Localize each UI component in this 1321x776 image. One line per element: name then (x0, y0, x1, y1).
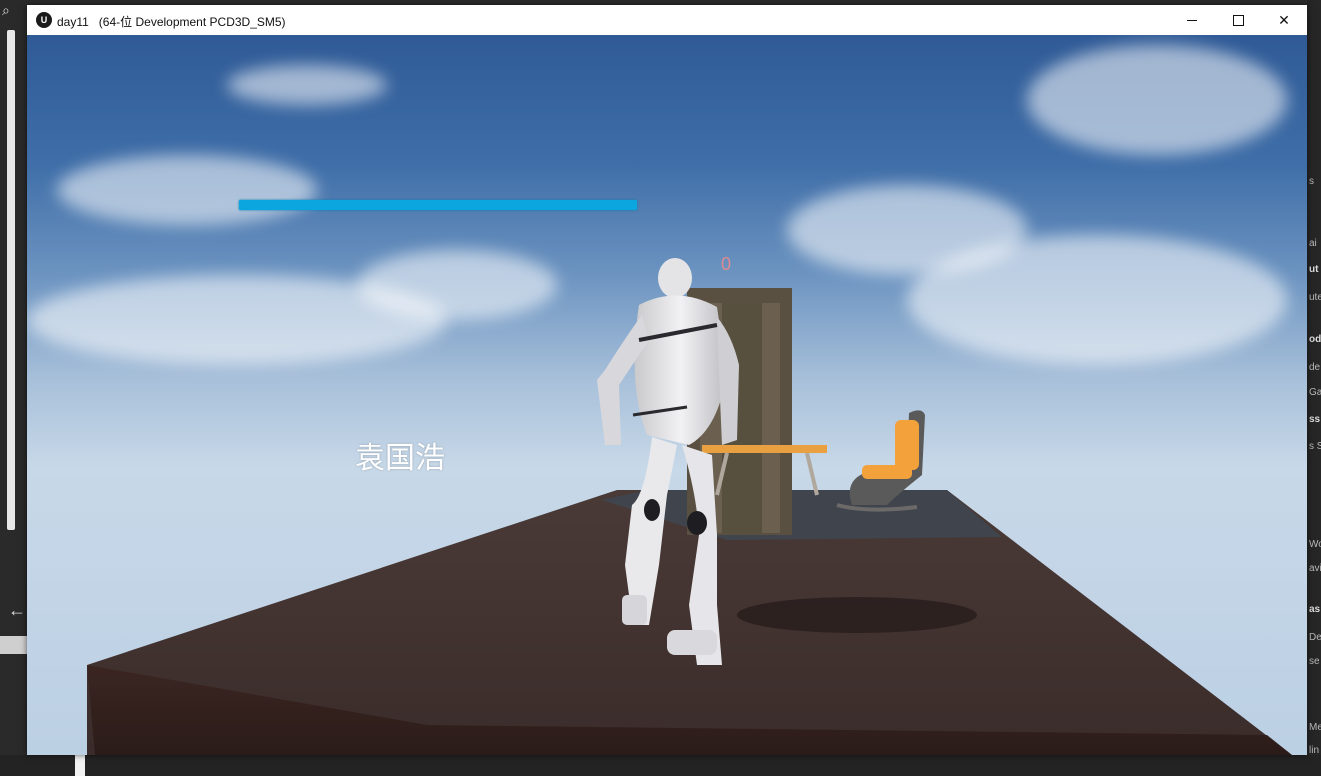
panel-strip (0, 636, 27, 654)
shadow (737, 597, 977, 633)
player-name-label: 袁国浩 (355, 441, 445, 476)
details-fragment: de (1309, 362, 1321, 373)
details-fragment: ut (1309, 264, 1319, 275)
score-counter: 0 (721, 254, 732, 274)
details-fragment: Me (1309, 722, 1321, 733)
scene (87, 258, 1292, 755)
details-fragment: Wo (1309, 539, 1321, 550)
details-fragment: avi (1309, 563, 1321, 574)
ue-logo-icon: U (36, 12, 52, 28)
details-fragment: od (1309, 334, 1321, 345)
panel-strip (75, 755, 85, 776)
scrollbar[interactable] (7, 30, 15, 530)
game-viewport[interactable]: 0 袁国浩 (27, 35, 1307, 755)
maximize-button[interactable] (1215, 5, 1261, 35)
details-fragment: s S (1309, 441, 1321, 452)
editor-left-panel: ⌕ ← (0, 0, 27, 776)
search-icon[interactable]: ⌕ (2, 2, 20, 20)
health-bar (239, 200, 637, 210)
details-fragment: Ga (1309, 387, 1321, 398)
maximize-icon (1232, 14, 1244, 26)
details-fragment: s (1309, 176, 1314, 187)
details-fragment: as (1309, 604, 1321, 615)
title-bar[interactable]: U day11 (64-位 Development PCD3D_SM5) ✕ (27, 5, 1307, 35)
back-arrow-icon[interactable]: ← (8, 600, 26, 621)
window-title: day11 (64-位 Development PCD3D_SM5) (57, 15, 286, 29)
details-fragment: se (1309, 656, 1320, 667)
game-window[interactable]: U day11 (64-位 Development PCD3D_SM5) ✕ 0… (27, 5, 1307, 755)
editor-bottom-bar (0, 755, 1321, 776)
minimize-icon (1187, 19, 1197, 21)
close-button[interactable]: ✕ (1261, 5, 1307, 35)
details-fragment: ai (1309, 238, 1317, 249)
minimize-button[interactable] (1169, 5, 1215, 35)
details-fragment: De (1309, 632, 1321, 643)
details-fragment: ute (1309, 292, 1321, 303)
close-icon: ✕ (1278, 11, 1290, 28)
details-fragment: ss (1309, 414, 1321, 425)
editor-details-panel: s ai ut ute od de Ga ss s S Wo avi as De… (1307, 0, 1321, 776)
